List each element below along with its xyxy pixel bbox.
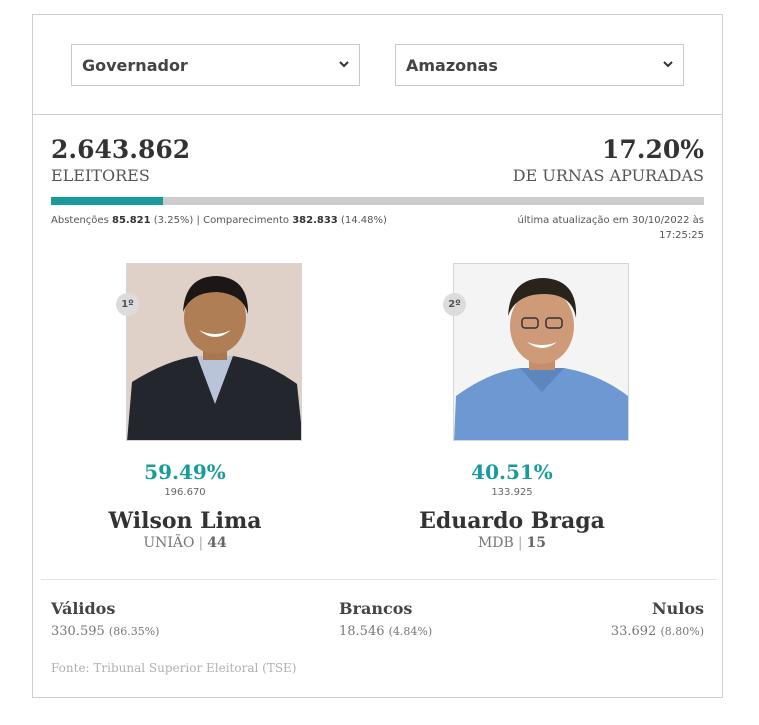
turnout-label: Comparecimento <box>203 215 290 226</box>
rank-badge: 2º <box>443 293 466 316</box>
valid-votes-value: 330.595 <box>51 624 105 639</box>
blank-votes-pct: (4.84%) <box>388 625 433 638</box>
electors-label: ELEITORES <box>51 166 150 185</box>
candidate-number: 15 <box>526 535 547 551</box>
candidate-votes: 133.925 <box>491 487 533 498</box>
counted-label: DE URNAS APURADAS <box>512 166 704 185</box>
valid-votes-value-line: 330.595 (86.35%) <box>51 624 159 639</box>
party-separator: | <box>198 535 204 551</box>
counted-percentage: 17.20% <box>601 135 704 164</box>
candidate-portrait-image <box>127 264 301 440</box>
valid-votes-label: Válidos <box>51 599 116 618</box>
counting-progress-fill <box>51 197 164 205</box>
valid-votes-stat: Válidos 330.595 (86.35%) <box>51 599 159 639</box>
null-votes-value-line: 33.692 (8.80%) <box>611 624 704 639</box>
null-votes-pct: (8.80%) <box>660 625 704 638</box>
abstention-label: Abstenções <box>51 215 109 226</box>
election-results-card: Governador Amazonas 2.643.862 ELEITORES … <box>32 14 723 698</box>
info-separator: | <box>196 215 200 226</box>
filters-bar: Governador Amazonas <box>33 15 722 115</box>
candidate-number: 44 <box>207 535 227 551</box>
last-update-time: 17:25:25 <box>659 230 704 241</box>
candidate-percentage: 40.51% <box>471 460 553 484</box>
chevron-down-icon <box>663 61 673 68</box>
candidate-photo <box>126 263 302 441</box>
candidate-party-info: UNIÃO | 44 <box>50 535 320 551</box>
blank-votes-label: Brancos <box>339 599 413 618</box>
last-update-line: última atualização em 30/10/2022 às <box>517 215 704 226</box>
state-select-value: Amazonas <box>406 56 498 75</box>
candidate-portrait-image <box>454 264 628 440</box>
candidate-percentage: 59.49% <box>144 460 226 484</box>
party-separator: | <box>517 535 523 551</box>
last-update: última atualização em 30/10/2022 às 17:2… <box>504 213 704 243</box>
source-note: Fonte: Tribunal Superior Eleitoral (TSE) <box>51 661 297 675</box>
candidate-party-info: MDB | 15 <box>377 535 647 551</box>
candidate-name: Eduardo Braga <box>419 508 605 534</box>
blank-votes-value: 18.546 <box>339 624 385 639</box>
state-select[interactable]: Amazonas <box>395 44 684 86</box>
candidate-name: Wilson Lima <box>108 508 262 534</box>
turnout-pct: (14.48%) <box>340 215 387 226</box>
candidate-votes: 196.670 <box>164 487 206 498</box>
office-select[interactable]: Governador <box>71 44 360 86</box>
office-select-value: Governador <box>82 56 188 75</box>
turnout-value: 382.833 <box>292 215 338 226</box>
candidate-photo <box>453 263 629 441</box>
party-name: UNIÃO <box>143 535 195 551</box>
valid-votes-pct: (86.35%) <box>108 625 160 638</box>
abstention-pct: (3.25%) <box>153 215 194 226</box>
blank-votes-value-line: 18.546 (4.84%) <box>339 624 432 639</box>
null-votes-label: Nulos <box>651 599 704 618</box>
rank-badge: 1º <box>116 293 139 316</box>
electors-count: 2.643.862 <box>51 135 191 164</box>
section-divider <box>41 579 716 580</box>
abstention-value: 85.821 <box>111 215 151 226</box>
null-votes-value: 33.692 <box>610 624 657 639</box>
null-votes-stat: Nulos 33.692 (8.80%) <box>611 599 704 639</box>
turnout-info: Abstenções 85.821 (3.25%) | Comparecimen… <box>51 213 387 228</box>
party-name: MDB <box>477 535 514 551</box>
chevron-down-icon <box>339 61 349 68</box>
blank-votes-stat: Brancos 18.546 (4.84%) <box>339 599 432 639</box>
counting-progress-bar <box>51 197 704 205</box>
